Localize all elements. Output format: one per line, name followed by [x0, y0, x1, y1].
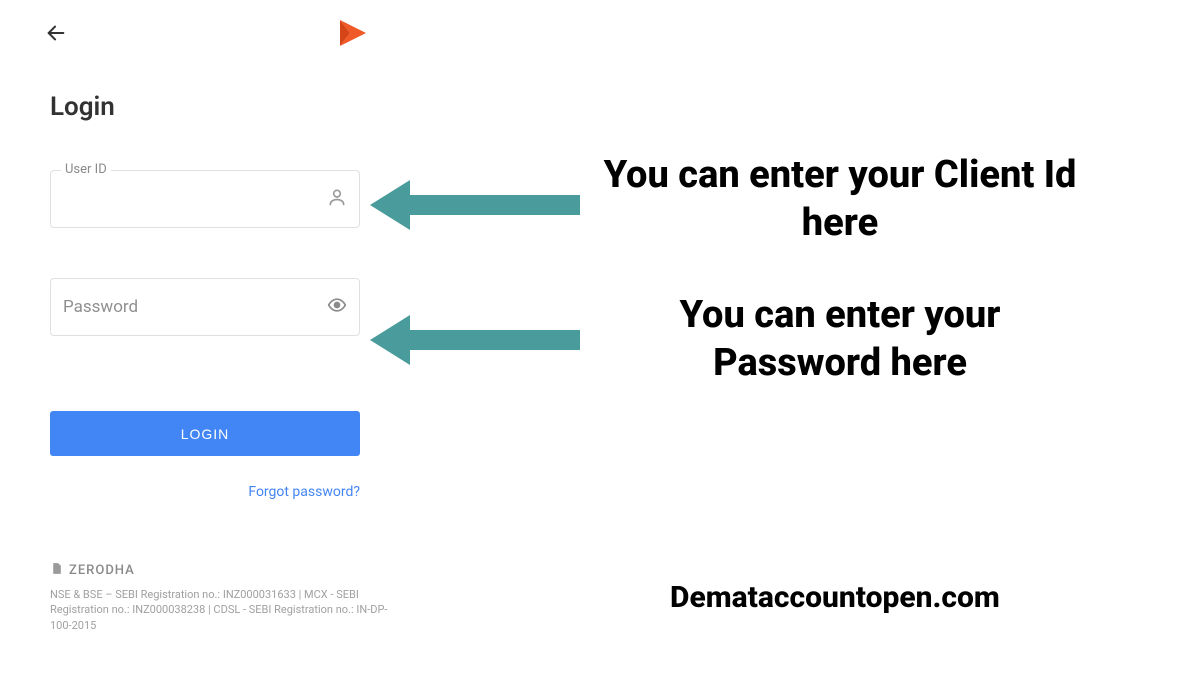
- user-id-field-wrapper: User ID: [50, 170, 360, 228]
- annotation-arrow-userid: [370, 175, 585, 239]
- password-field-wrapper: Password: [50, 278, 360, 336]
- kite-logo-icon: [338, 18, 368, 52]
- user-id-input[interactable]: [51, 171, 359, 227]
- annotation-arrow-password: [370, 310, 585, 374]
- password-input[interactable]: [51, 279, 359, 335]
- brand-row: ZERODHA: [50, 562, 400, 579]
- back-button[interactable]: [45, 22, 67, 48]
- annotation-text-userid: You can enter your Client Id here: [600, 152, 1080, 247]
- login-form: User ID Password LOGIN Forgot password?: [50, 170, 360, 500]
- user-id-label: User ID: [61, 162, 111, 177]
- site-credit: Demataccountopen.com: [670, 580, 1000, 615]
- user-icon: [327, 187, 347, 211]
- footer: ZERODHA NSE & BSE – SEBI Registration no…: [50, 562, 400, 633]
- forgot-password-link[interactable]: Forgot password?: [50, 484, 360, 500]
- brand-name: ZERODHA: [69, 563, 135, 578]
- eye-icon[interactable]: [327, 295, 347, 319]
- annotation-text-password: You can enter your Password here: [600, 292, 1080, 387]
- page-title: Login: [50, 92, 115, 122]
- registration-text: NSE & BSE – SEBI Registration no.: INZ00…: [50, 587, 400, 633]
- brand-doc-icon: [50, 562, 63, 579]
- login-button[interactable]: LOGIN: [50, 411, 360, 456]
